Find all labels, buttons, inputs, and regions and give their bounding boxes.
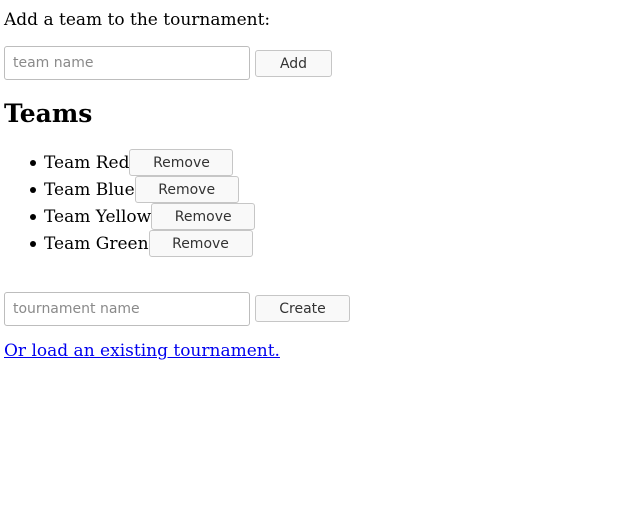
load-existing-tournament-link[interactable]: Or load an existing tournament. (4, 340, 280, 362)
remove-team-button[interactable]: Remove (129, 149, 234, 176)
team-name-input[interactable] (4, 46, 250, 80)
team-list: Team Red Remove Team Blue Remove Team Ye… (0, 149, 256, 257)
list-item: Team Blue Remove (0, 176, 255, 203)
remove-team-button[interactable]: Remove (151, 203, 256, 230)
list-item: Team Red Remove (0, 149, 255, 176)
list-item: Team Green Remove (0, 230, 255, 257)
team-name: Team Green (44, 233, 149, 254)
add-team-button[interactable]: Add (255, 50, 332, 77)
team-name: Team Blue (44, 179, 135, 200)
team-name: Team Yellow (44, 206, 152, 227)
team-name: Team Red (44, 152, 130, 173)
remove-team-button[interactable]: Remove (148, 230, 253, 257)
add-team-instructions: Add a team to the tournament: (4, 10, 271, 30)
bullet-icon (30, 241, 36, 247)
tournament-name-input[interactable] (4, 292, 250, 326)
teams-heading: Teams (4, 99, 93, 128)
list-item: Team Yellow Remove (0, 203, 256, 230)
bullet-icon (30, 160, 36, 166)
create-tournament-button[interactable]: Create (255, 295, 350, 322)
bullet-icon (30, 187, 36, 193)
remove-team-button[interactable]: Remove (134, 176, 239, 203)
bullet-icon (30, 214, 36, 220)
